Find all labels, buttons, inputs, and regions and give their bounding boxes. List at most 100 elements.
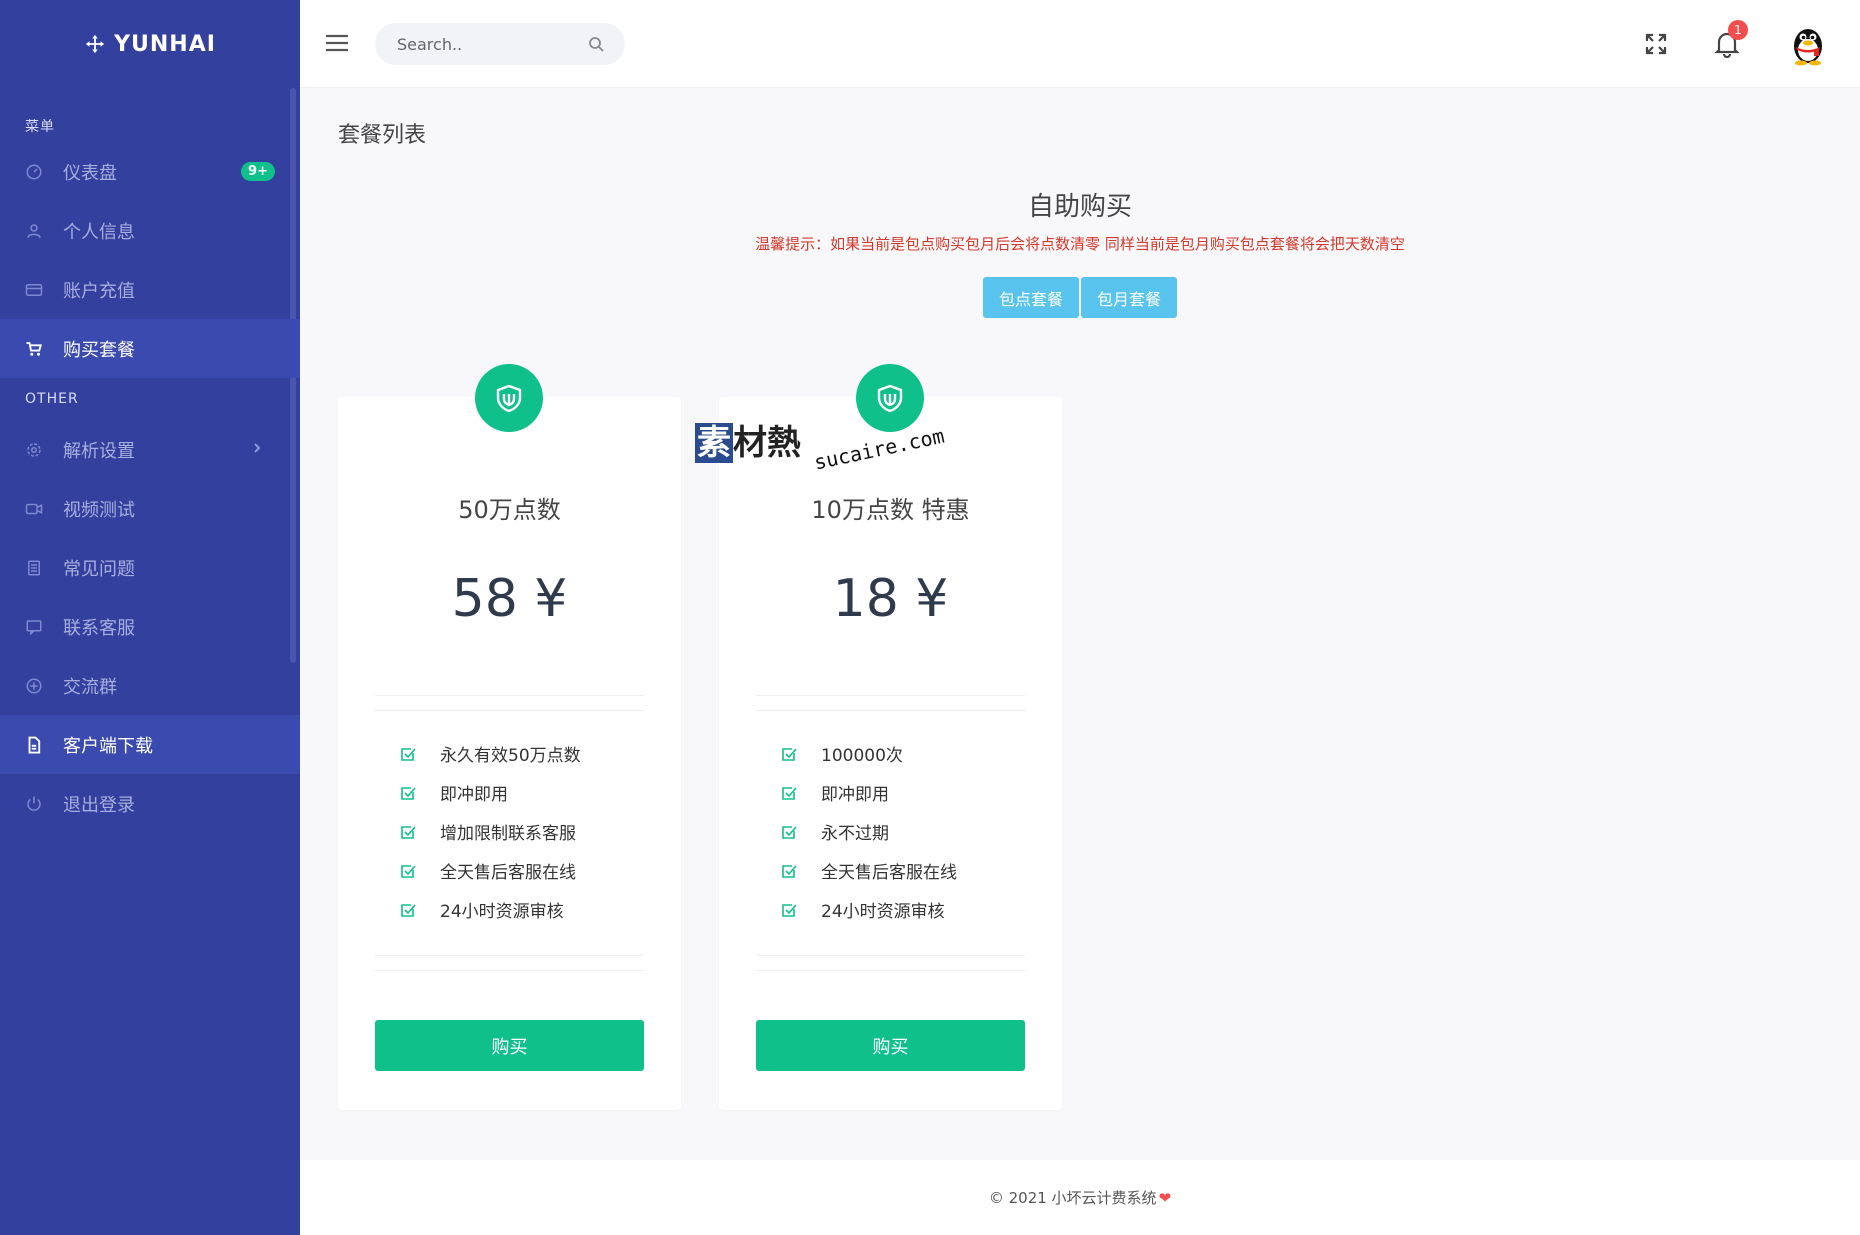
plan-card: 10万点数 特惠 18 ¥ 100000次 即冲即用 永不过期 全天售后客服在线… xyxy=(719,364,1062,1110)
sidebar-item-client-download[interactable]: 客户端下载 xyxy=(0,715,300,774)
file-icon xyxy=(28,736,41,753)
checkbox-check-icon xyxy=(401,864,416,878)
page-title: 套餐列表 xyxy=(338,123,427,148)
sidebar-item-label: 个人信息 xyxy=(63,221,135,243)
checkbox-check-icon xyxy=(782,864,797,878)
sidebar-item-label: 解析设置 xyxy=(63,440,135,462)
plus-circle-icon xyxy=(26,678,42,693)
checkbox-check-icon xyxy=(782,825,797,839)
menu-section-title: OTHER xyxy=(25,391,79,407)
warning-notice: 温馨提示：如果当前是包点购买包月后会将点数清零 同样当前是包月购买包点套餐将会把… xyxy=(755,235,1405,253)
cart-icon xyxy=(26,341,42,356)
shield-icon xyxy=(496,384,522,413)
menu-section-title: 菜单 xyxy=(25,119,55,135)
sidebar-item-label: 视频测试 xyxy=(63,499,135,521)
buy-button[interactable]: 购买 xyxy=(375,1020,644,1071)
feature-item: 永不过期 xyxy=(781,812,957,851)
plan-card: 50万点数 58 ¥ 永久有效50万点数 即冲即用 增加限制联系客服 全天售后客… xyxy=(338,364,681,1110)
document-icon xyxy=(28,560,40,575)
sidebar-item-dashboard[interactable]: 仪表盘 9+ xyxy=(0,142,300,201)
shield-icon xyxy=(877,384,903,413)
feature-item: 24小时资源审核 xyxy=(781,890,957,929)
brand[interactable]: YUNHAI xyxy=(0,0,300,88)
sidebar-item-label: 购买套餐 xyxy=(63,339,135,361)
topbar: 1 xyxy=(300,0,1860,88)
menu-toggle-icon[interactable] xyxy=(325,33,349,53)
checkbox-check-icon xyxy=(782,903,797,917)
checkbox-check-icon xyxy=(401,825,416,839)
credit-card-icon xyxy=(25,283,43,296)
heart-icon: ❤ xyxy=(1158,1188,1172,1207)
sidebar-item-logout[interactable]: 退出登录 xyxy=(0,774,300,833)
divider xyxy=(756,710,1025,711)
divider xyxy=(375,955,644,956)
plan-name: 50万点数 xyxy=(458,496,561,524)
divider xyxy=(375,695,644,696)
dashboard-icon xyxy=(26,164,42,179)
notification-badge: 9+ xyxy=(241,162,275,181)
plan-name: 10万点数 特惠 xyxy=(811,496,970,524)
feature-item: 100000次 xyxy=(781,734,957,773)
chevron-right-icon xyxy=(254,443,261,453)
watermark: 素材熱 sucaire.com xyxy=(695,415,947,480)
feature-item: 全天售后客服在线 xyxy=(400,851,581,890)
feature-item: 全天售后客服在线 xyxy=(781,851,957,890)
sidebar: YUNHAI 菜单 仪表盘 9+ 个人信息 账户充值 购买套餐 OTHER 解析… xyxy=(0,0,300,1235)
fullscreen-icon[interactable] xyxy=(1644,32,1668,56)
footer: © 2021 小坏云计费系统 ❤ xyxy=(300,1160,1860,1235)
tab-points-package[interactable]: 包点套餐 xyxy=(983,277,1079,318)
divider xyxy=(756,970,1025,971)
sidebar-item-label: 交流群 xyxy=(63,676,117,698)
watermark-en: sucaire.com xyxy=(811,423,947,475)
sidebar-item-contact-support[interactable]: 联系客服 xyxy=(0,597,300,656)
section-title: 自助购买 xyxy=(1027,192,1132,222)
sidebar-item-parse-settings[interactable]: 解析设置 xyxy=(0,420,300,479)
sidebar-item-video-test[interactable]: 视频测试 xyxy=(0,479,300,538)
search-icon[interactable] xyxy=(588,36,604,52)
brand-name: YUNHAI xyxy=(114,31,216,57)
plan-price: 18 ¥ xyxy=(832,569,949,629)
buy-button[interactable]: 购买 xyxy=(756,1020,1025,1071)
watermark-cn: 素材熱 xyxy=(695,423,801,463)
checkbox-check-icon xyxy=(782,786,797,800)
feature-item: 24小时资源审核 xyxy=(400,890,581,929)
checkbox-check-icon xyxy=(401,903,416,917)
plan-features: 永久有效50万点数 即冲即用 增加限制联系客服 全天售后客服在线 24小时资源审… xyxy=(400,734,581,929)
feature-item: 增加限制联系客服 xyxy=(400,812,581,851)
checkbox-check-icon xyxy=(401,786,416,800)
chat-icon xyxy=(26,619,42,636)
plan-icon-badge xyxy=(475,364,543,432)
sidebar-item-label: 客户端下载 xyxy=(63,735,153,757)
feature-item: 即冲即用 xyxy=(781,773,957,812)
checkbox-check-icon xyxy=(782,747,797,761)
sidebar-item-faq[interactable]: 常见问题 xyxy=(0,538,300,597)
sidebar-item-label: 联系客服 xyxy=(63,617,135,639)
move-arrows-icon xyxy=(85,34,105,54)
user-icon xyxy=(27,223,41,238)
checkbox-check-icon xyxy=(401,747,416,761)
tab-monthly-package[interactable]: 包月套餐 xyxy=(1081,277,1177,318)
sidebar-item-buy-package[interactable]: 购买套餐 xyxy=(0,319,300,378)
sidebar-item-label: 账户充值 xyxy=(63,280,135,302)
feature-item: 永久有效50万点数 xyxy=(400,734,581,773)
notification-count-badge: 1 xyxy=(1728,20,1748,40)
footer-text: © 2021 小坏云计费系统 xyxy=(988,1189,1157,1207)
package-type-tabs: 包点套餐 包月套餐 xyxy=(983,277,1177,318)
divider xyxy=(756,955,1025,956)
sidebar-item-profile[interactable]: 个人信息 xyxy=(0,201,300,260)
divider xyxy=(375,970,644,971)
sidebar-item-recharge[interactable]: 账户充值 xyxy=(0,260,300,319)
sidebar-item-label: 常见问题 xyxy=(63,558,135,580)
plan-price: 58 ¥ xyxy=(451,569,568,629)
video-icon xyxy=(25,503,43,514)
sidebar-item-label: 退出登录 xyxy=(63,794,135,816)
power-icon xyxy=(27,796,41,811)
gear-icon xyxy=(27,442,41,457)
divider xyxy=(375,710,644,711)
divider xyxy=(756,695,1025,696)
avatar[interactable] xyxy=(1786,22,1830,66)
sidebar-item-label: 仪表盘 xyxy=(63,162,117,184)
plan-features: 100000次 即冲即用 永不过期 全天售后客服在线 24小时资源审核 xyxy=(781,734,957,929)
sidebar-item-community[interactable]: 交流群 xyxy=(0,656,300,715)
feature-item: 即冲即用 xyxy=(400,773,581,812)
